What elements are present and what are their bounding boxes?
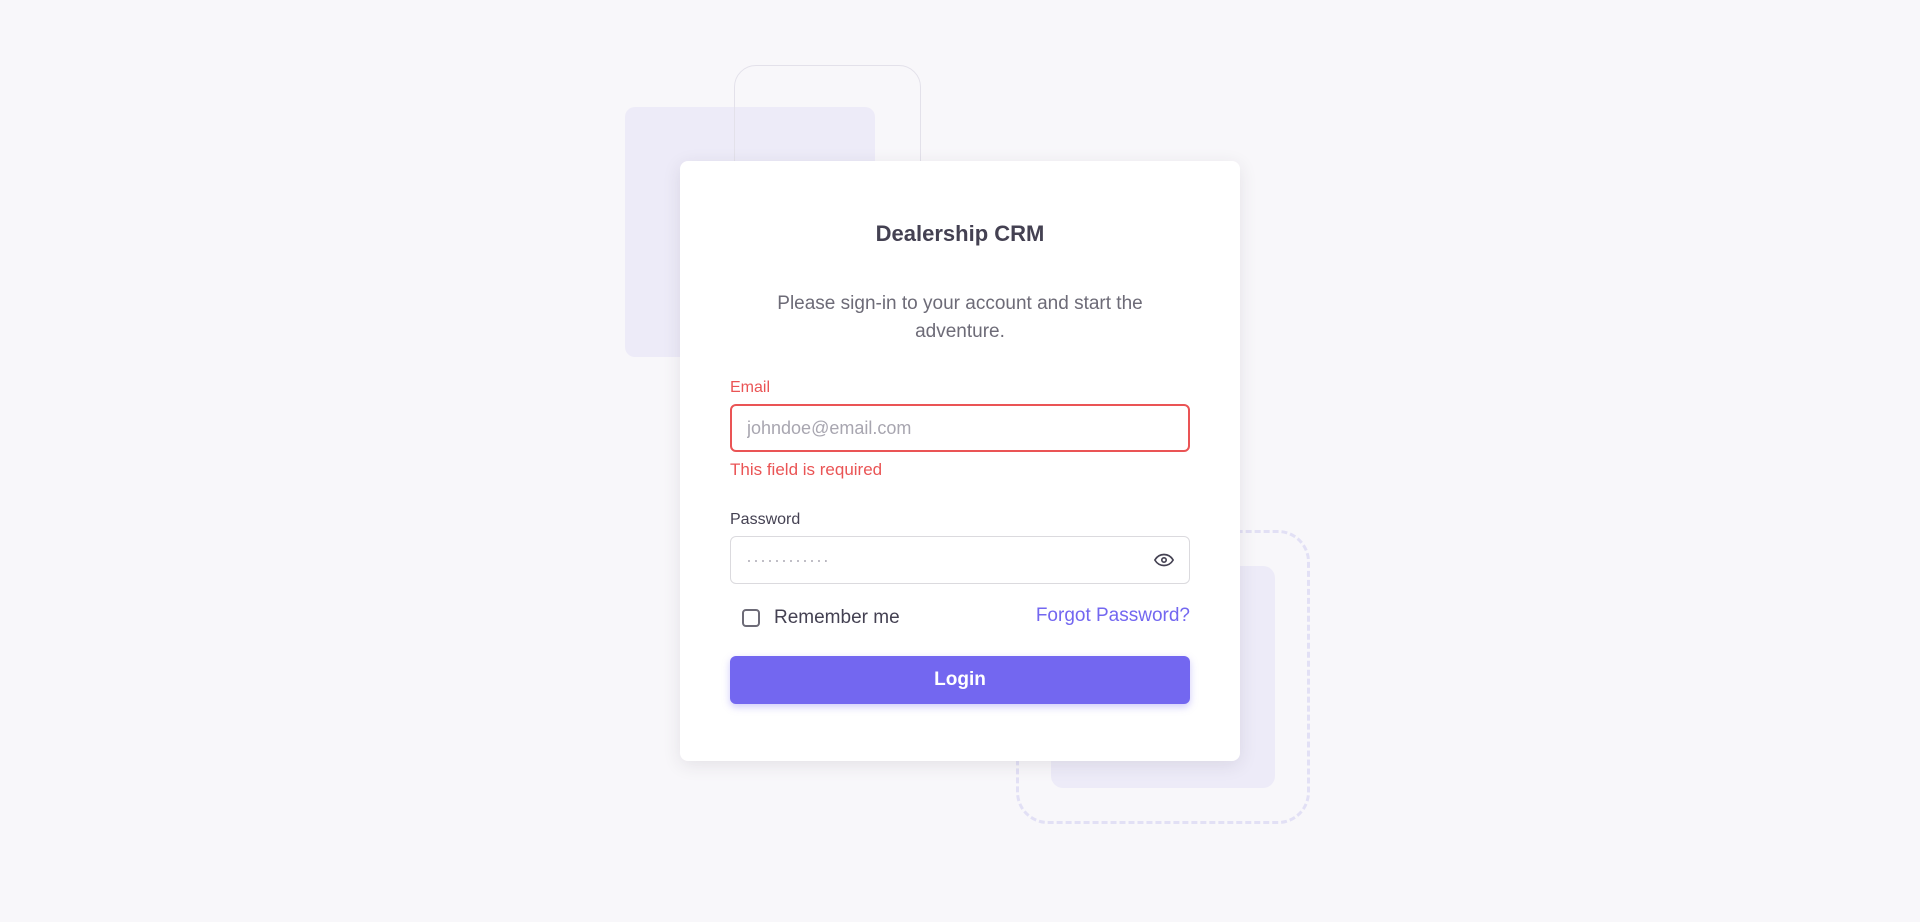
password-label: Password	[730, 511, 801, 528]
eye-icon[interactable]	[1153, 549, 1175, 571]
remember-me-label: Remember me	[774, 607, 900, 628]
password-field-wrapper	[730, 536, 1190, 584]
login-options-row: Remember me Forgot Password?	[730, 605, 1190, 631]
email-field-wrapper	[730, 404, 1190, 452]
login-page: Dealership CRM Please sign-in to your ac…	[0, 0, 1920, 922]
login-card: Dealership CRM Please sign-in to your ac…	[680, 161, 1240, 761]
remember-me-control[interactable]: Remember me	[742, 607, 900, 629]
login-subtitle: Please sign-in to your account and start…	[777, 293, 1143, 342]
remember-me-checkbox[interactable]	[742, 609, 760, 627]
password-input[interactable]	[731, 537, 1189, 583]
email-label: Email	[730, 379, 771, 396]
login-button[interactable]: Login	[730, 656, 1190, 704]
forgot-password-link[interactable]: Forgot Password?	[1036, 605, 1190, 627]
email-error-message: This field is required	[730, 460, 883, 479]
app-title: Dealership CRM	[875, 221, 1045, 246]
email-input[interactable]	[732, 406, 1188, 450]
